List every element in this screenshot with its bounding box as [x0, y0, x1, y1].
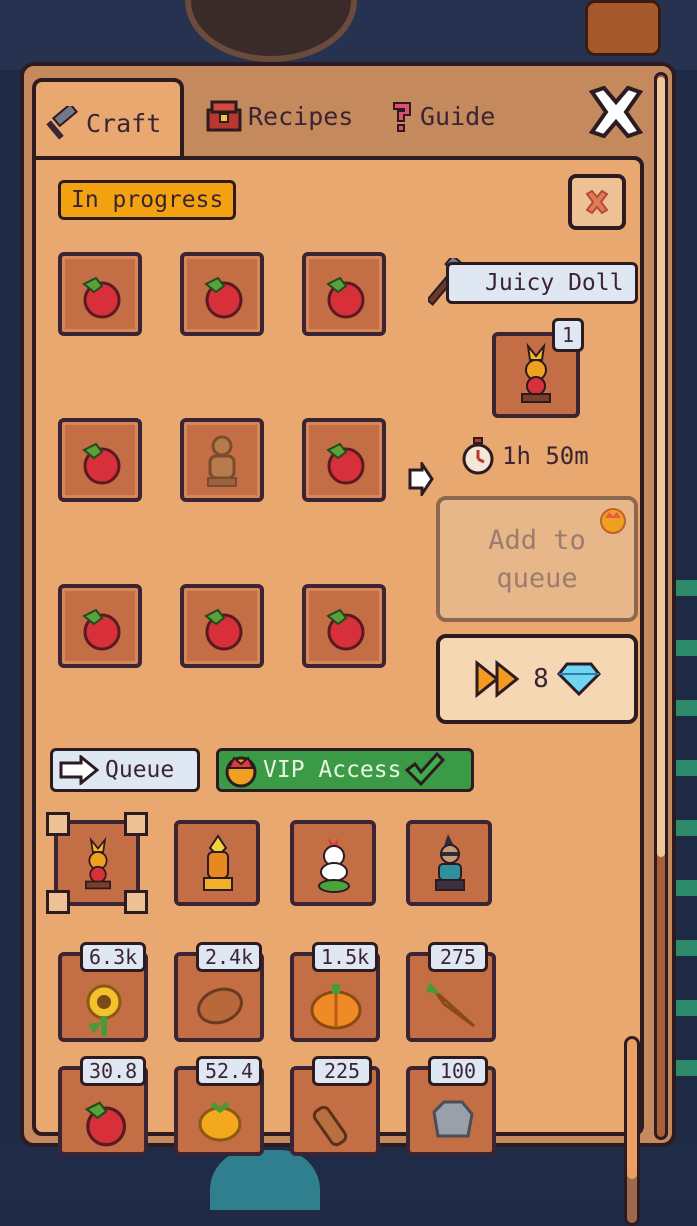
time-remaining: 1h 50m [502, 442, 589, 470]
ingredient-slot[interactable] [302, 584, 386, 668]
potato-icon [197, 987, 243, 1025]
speed-up-cost: 8 [533, 664, 549, 694]
inventory-item[interactable]: 100 [406, 1056, 496, 1156]
ingredient-slot[interactable] [302, 252, 386, 336]
queue-label: Queue [50, 748, 200, 792]
vip-access-badge[interactable]: VIP Access [216, 748, 474, 792]
wood-icon [312, 1105, 348, 1147]
tomato-icon [82, 608, 121, 651]
sunflower-icon [86, 984, 122, 1036]
inventory-item[interactable]: 2.4k [174, 942, 264, 1042]
vip-crown-icon [600, 508, 626, 534]
close-icon[interactable] [586, 84, 646, 140]
juicy-doll-icon [85, 836, 111, 890]
gem-icon [556, 662, 601, 696]
tomato-icon [204, 608, 243, 651]
tomato-icon [84, 1101, 127, 1147]
tab-craft-label: Craft [86, 108, 162, 138]
vip-access-label: VIP Access [263, 757, 402, 783]
ingredient-slot[interactable] [180, 584, 264, 668]
queue-item[interactable] [290, 820, 376, 906]
add-to-queue-button[interactable]: Add to queue [436, 496, 638, 622]
ingredient-slot[interactable] [180, 252, 264, 336]
inventory-item[interactable]: 1.5k [290, 942, 380, 1042]
status-badge: In progress [58, 180, 237, 220]
tab-recipes-label: Recipes [248, 101, 354, 131]
fast-forward-icon [475, 659, 520, 699]
item-count: 2.4k [196, 942, 263, 972]
inventory-item[interactable]: 275 [406, 942, 496, 1042]
queue-label-text: Queue [105, 757, 175, 783]
tomato-icon [326, 276, 365, 319]
tab-craft[interactable]: Craft [32, 78, 184, 164]
queue-item-selected[interactable] [46, 812, 148, 914]
tomato-icon [204, 276, 243, 319]
tomato-icon [82, 276, 121, 319]
cancel-icon [585, 189, 609, 215]
selection-corner [46, 890, 70, 914]
ingredient-slot[interactable] [58, 252, 142, 336]
queue-item[interactable] [406, 820, 492, 906]
panel-scrollbar-thumb[interactable] [657, 77, 665, 857]
background-creature [210, 1150, 320, 1210]
item-count: 225 [312, 1056, 372, 1086]
selection-corner [124, 812, 148, 836]
inventory-scrollbar[interactable] [624, 1036, 640, 1226]
doll-icon [207, 435, 237, 487]
stopwatch-icon [462, 437, 494, 475]
craft-window: Craft Recipes Guide In progress Juicy Do… [20, 62, 676, 1226]
item-count: 1.5k [312, 942, 379, 972]
tab-guide-label: Guide [420, 101, 496, 131]
result-quantity: 1 [552, 318, 584, 352]
craft-timer: 1h 50m [460, 436, 589, 476]
carrot-icon [426, 982, 476, 1028]
inventory-item[interactable]: 52.4 [174, 1056, 264, 1156]
fire-doll-icon [203, 834, 233, 891]
stone-icon [432, 1100, 474, 1138]
tomato-icon [326, 442, 365, 485]
background-character [585, 0, 661, 56]
punk-doll-icon [435, 834, 465, 891]
inventory-item[interactable]: 30.8 [58, 1056, 148, 1156]
tab-recipes[interactable]: Recipes [206, 78, 353, 154]
craft-content: In progress Juicy Doll 1 1h 50m Add to q… [32, 156, 644, 1226]
panel-scrollbar[interactable] [654, 72, 668, 1140]
chicken-doll-icon [318, 838, 350, 893]
hammer-icon [46, 106, 79, 140]
cancel-craft-button[interactable] [568, 174, 626, 230]
item-count: 30.8 [80, 1056, 147, 1086]
item-count: 52.4 [196, 1056, 263, 1086]
pumpkin-icon [310, 984, 362, 1030]
item-count: 6.3k [80, 942, 147, 972]
question-icon [393, 102, 411, 132]
recipe-name: Juicy Doll [446, 262, 639, 304]
vip-crown-icon [225, 756, 257, 788]
tomato-icon [82, 442, 121, 485]
add-to-queue-label: Add to queue [488, 525, 586, 594]
arrow-right-icon [59, 755, 99, 785]
orange-icon [198, 1102, 242, 1142]
selection-corner [124, 890, 148, 914]
speed-up-button[interactable]: 8 [436, 634, 638, 724]
ingredient-slot[interactable] [302, 418, 386, 502]
check-icon [405, 752, 446, 787]
inventory-scrollbar-thumb[interactable] [627, 1039, 637, 1179]
item-count: 100 [428, 1056, 488, 1086]
ingredient-slot[interactable] [58, 418, 142, 502]
inventory-item[interactable]: 6.3k [58, 942, 148, 1042]
inventory-item[interactable]: 225 [290, 1056, 380, 1156]
queue-item[interactable] [174, 820, 260, 906]
chest-icon [206, 100, 242, 132]
selection-corner [46, 812, 70, 836]
ingredient-slot[interactable] [58, 584, 142, 668]
background-right-edge [675, 580, 697, 1080]
arrow-right-icon [408, 462, 434, 496]
tab-guide[interactable]: Guide [390, 78, 495, 154]
item-count: 275 [428, 942, 488, 972]
ingredient-slot[interactable] [180, 418, 264, 502]
tomato-icon [326, 608, 365, 651]
